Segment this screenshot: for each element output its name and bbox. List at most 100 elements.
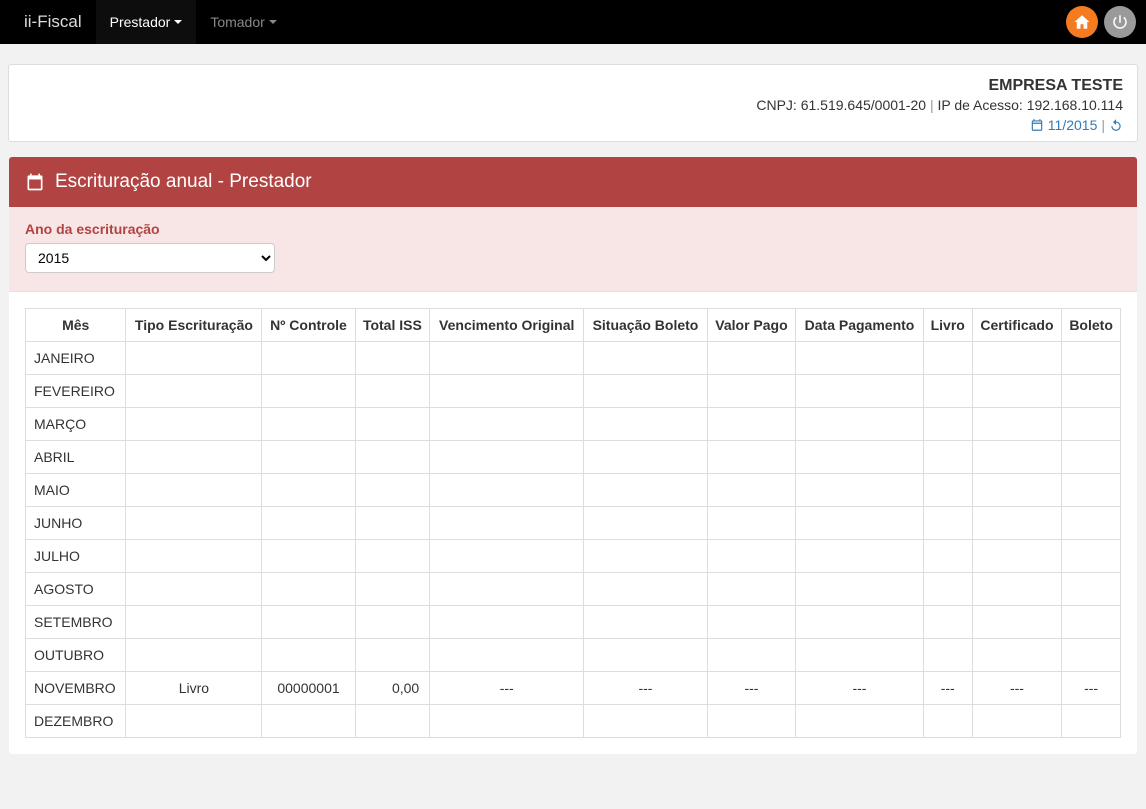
table-row[interactable]: DEZEMBRO [26, 705, 1121, 738]
cell-boleto [1062, 639, 1121, 672]
nav-prestador[interactable]: Prestador [96, 0, 197, 44]
cell-iss [355, 408, 430, 441]
cell-tipo [126, 474, 262, 507]
ip-value: 192.168.10.114 [1027, 97, 1123, 113]
cell-ctrl [262, 507, 355, 540]
cell-datap [796, 573, 923, 606]
year-select[interactable]: 2015 [25, 243, 275, 273]
cell-cert [972, 705, 1061, 738]
cell-venc [430, 441, 584, 474]
year-label: Ano da escrituração [25, 221, 1121, 237]
cell-ctrl [262, 573, 355, 606]
table-row[interactable]: MAIO [26, 474, 1121, 507]
cell-ctrl [262, 540, 355, 573]
cell-tipo [126, 573, 262, 606]
table-row[interactable]: JANEIRO [26, 342, 1121, 375]
cell-livro [923, 375, 972, 408]
cell-datap [796, 474, 923, 507]
logout-button[interactable] [1104, 6, 1136, 38]
cell-cert [972, 474, 1061, 507]
table-row[interactable]: JULHO [26, 540, 1121, 573]
cell-livro [923, 342, 972, 375]
table-row[interactable]: AGOSTO [26, 573, 1121, 606]
separator: | [1101, 117, 1105, 133]
cell-pago [707, 639, 796, 672]
table-row[interactable]: SETEMBRO [26, 606, 1121, 639]
cell-iss [355, 705, 430, 738]
cell-pago [707, 408, 796, 441]
th-pago: Valor Pago [707, 309, 796, 342]
th-boleto: Boleto [1062, 309, 1121, 342]
cell-livro [923, 408, 972, 441]
panel-body: Ano da escrituração 2015 Mês Tipo Escrit… [9, 207, 1137, 754]
cell-tipo [126, 507, 262, 540]
cell-venc [430, 507, 584, 540]
th-livro: Livro [923, 309, 972, 342]
cell-iss [355, 573, 430, 606]
cell-iss [355, 639, 430, 672]
refresh-icon[interactable] [1109, 118, 1123, 132]
cell-mes: ABRIL [26, 441, 126, 474]
cell-boleto [1062, 408, 1121, 441]
th-controle: Nº Controle [262, 309, 355, 342]
cell-sit [584, 441, 707, 474]
cell-mes: JANEIRO [26, 342, 126, 375]
cell-sit [584, 573, 707, 606]
table-row[interactable]: OUTUBRO [26, 639, 1121, 672]
cell-livro [923, 474, 972, 507]
cell-mes: JULHO [26, 540, 126, 573]
cell-venc [430, 573, 584, 606]
brand[interactable]: ii-Fiscal [10, 0, 96, 44]
cell-ctrl [262, 639, 355, 672]
cell-ctrl [262, 606, 355, 639]
period-value[interactable]: 11/2015 [1048, 117, 1098, 133]
cell-ctrl [262, 474, 355, 507]
cell-tipo [126, 540, 262, 573]
ip-label: IP de Acesso: [937, 97, 1022, 113]
cell-livro [923, 540, 972, 573]
home-button[interactable] [1066, 6, 1098, 38]
nav-tomador[interactable]: Tomador [196, 0, 290, 44]
cell-tipo [126, 441, 262, 474]
th-situacao: Situação Boleto [584, 309, 707, 342]
company-info-panel: EMPRESA TESTE CNPJ: 61.519.645/0001-20 |… [8, 64, 1138, 142]
table-row[interactable]: MARÇO [26, 408, 1121, 441]
table-row[interactable]: FEVEREIRO [26, 375, 1121, 408]
cell-pago [707, 507, 796, 540]
cell-livro [923, 639, 972, 672]
company-details: CNPJ: 61.519.645/0001-20 | IP de Acesso:… [23, 97, 1123, 113]
cell-tipo [126, 705, 262, 738]
cell-livro [923, 507, 972, 540]
table-wrap: Mês Tipo Escrituração Nº Controle Total … [9, 292, 1137, 754]
cell-sit: --- [584, 672, 707, 705]
cell-cert [972, 375, 1061, 408]
th-mes: Mês [26, 309, 126, 342]
cell-boleto [1062, 540, 1121, 573]
cell-pago [707, 573, 796, 606]
cell-ctrl [262, 705, 355, 738]
table-row[interactable]: ABRIL [26, 441, 1121, 474]
cell-datap [796, 639, 923, 672]
cell-ctrl [262, 342, 355, 375]
th-datap: Data Pagamento [796, 309, 923, 342]
cell-pago [707, 441, 796, 474]
table-row[interactable]: NOVEMBROLivro000000010,00---------------… [26, 672, 1121, 705]
panel-title: Escrituração anual - Prestador [55, 171, 312, 193]
cell-venc [430, 705, 584, 738]
cell-pago [707, 342, 796, 375]
navbar: ii-Fiscal Prestador Tomador [0, 0, 1146, 44]
cell-datap [796, 441, 923, 474]
cell-ctrl [262, 441, 355, 474]
cell-mes: AGOSTO [26, 573, 126, 606]
cell-datap [796, 606, 923, 639]
escrituracao-table: Mês Tipo Escrituração Nº Controle Total … [25, 308, 1121, 738]
table-row[interactable]: JUNHO [26, 507, 1121, 540]
cell-datap [796, 705, 923, 738]
cell-cert [972, 342, 1061, 375]
cell-iss [355, 540, 430, 573]
cell-mes: DEZEMBRO [26, 705, 126, 738]
th-cert: Certificado [972, 309, 1061, 342]
cell-cert [972, 507, 1061, 540]
cell-boleto [1062, 573, 1121, 606]
th-venc: Vencimento Original [430, 309, 584, 342]
